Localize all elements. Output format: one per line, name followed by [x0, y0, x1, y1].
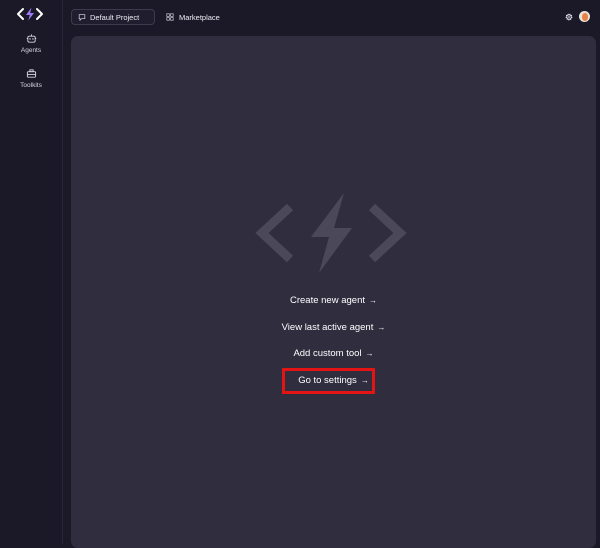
add-custom-tool-link[interactable]: Add custom tool → [71, 348, 596, 359]
avatar-face-icon [581, 12, 588, 21]
sidebar: Agents Toolkits [0, 0, 63, 544]
grid-icon [166, 13, 174, 21]
project-name: Default Project [90, 12, 140, 22]
arrow-right-icon: → [365, 349, 374, 358]
settings-gear-icon[interactable] [564, 12, 574, 22]
sidebar-item-agents[interactable]: Agents [0, 33, 62, 54]
agents-icon [26, 34, 36, 43]
arrow-right-icon: → [369, 296, 377, 305]
create-new-agent-link[interactable]: Create new agent → [71, 295, 596, 306]
add-custom-tool-label: Add custom tool [293, 348, 362, 359]
sidebar-item-toolkits[interactable]: Toolkits [0, 68, 62, 89]
view-last-active-agent-label: View last active agent [281, 322, 374, 333]
app-logo-icon[interactable] [16, 6, 44, 22]
highlight-box [282, 368, 375, 394]
arrow-right-icon: → [377, 323, 386, 332]
sidebar-item-label: Toolkits [20, 82, 42, 89]
main-panel: Create new agent → View last active agent… [71, 36, 596, 548]
marketplace-button[interactable]: Marketplace [166, 9, 220, 25]
sidebar-item-label: Agents [20, 47, 42, 54]
user-avatar[interactable] [579, 11, 590, 22]
view-last-active-agent-link[interactable]: View last active agent → [71, 322, 596, 333]
project-selector-button[interactable]: Default Project [71, 9, 155, 25]
top-bar: Default Project Marketplace [63, 0, 600, 36]
create-new-agent-label: Create new agent [290, 295, 365, 306]
marketplace-label: Marketplace [179, 12, 220, 22]
chat-icon [78, 14, 86, 21]
toolkits-icon [26, 69, 36, 78]
hero-logo-icon [255, 193, 407, 273]
